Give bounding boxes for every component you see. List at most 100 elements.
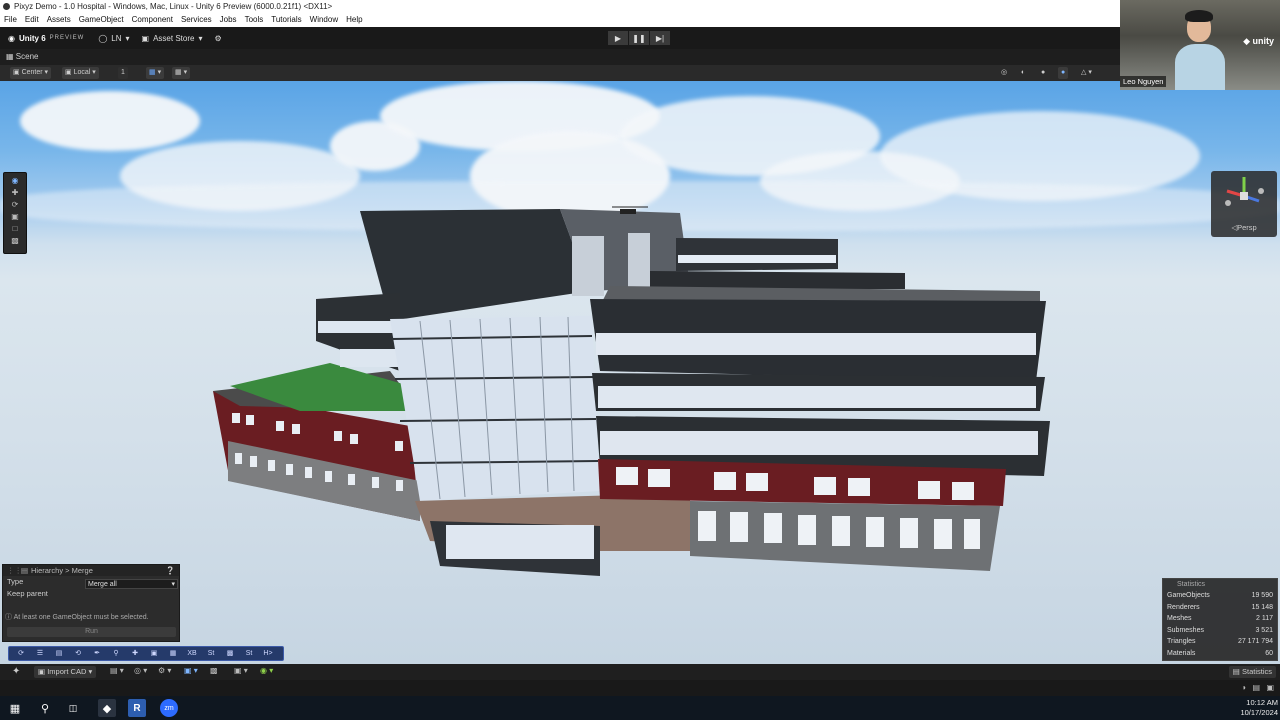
menu-services[interactable]: Services	[177, 13, 216, 27]
window-title: Pixyz Demo - 1.0 Hospital - Windows, Mac…	[14, 2, 333, 11]
stat-label: GameObjects	[1167, 592, 1210, 599]
menu-tutorials[interactable]: Tutorials	[267, 13, 305, 27]
rotation-icon: ▣	[65, 69, 72, 76]
lighting-icon[interactable]: ◑	[1241, 683, 1246, 692]
menu-gameobject[interactable]: GameObject	[75, 13, 128, 27]
mesh-tools-icon[interactable]: ▤ ▾	[110, 666, 124, 675]
merge-type-dropdown[interactable]: Merge all ▾	[85, 579, 178, 589]
help-icon[interactable]: ❔	[166, 565, 175, 576]
import-cad-button[interactable]: ▣ Import CAD ▾	[34, 666, 97, 678]
pivot-mode-dropdown[interactable]: ▣ Center ▾	[10, 67, 52, 79]
task-view-icon[interactable]: ◫	[64, 699, 82, 717]
checker-icon[interactable]: ▩	[221, 648, 239, 660]
menu-component[interactable]: Component	[128, 13, 177, 27]
statistics-toggle[interactable]: ▤ Statistics	[1228, 666, 1276, 678]
view-tool-button[interactable]: ◉	[9, 176, 21, 186]
wireframe-button[interactable]: ◐	[1018, 67, 1028, 79]
menu-tools[interactable]: Tools	[241, 13, 268, 27]
step-icon: ▶|	[655, 33, 665, 43]
menu-help[interactable]: Help	[342, 13, 366, 27]
lit-shading-button[interactable]: ●	[1058, 67, 1069, 79]
warning-message: ⓘ At least one GameObject must be select…	[5, 612, 177, 624]
globe-icon: ◎	[1001, 69, 1008, 76]
effects-icon: △	[1081, 69, 1087, 76]
view-icon[interactable]: ▣ ▾	[234, 666, 248, 675]
increment-snap-button[interactable]: ▦ ▾	[172, 67, 191, 79]
menu-window[interactable]: Window	[306, 13, 342, 27]
stat-label: Triangles	[1167, 638, 1196, 645]
cloud-gear-icon: ⚙	[214, 33, 222, 43]
hierarchy-icon[interactable]: ☰	[31, 648, 49, 660]
unity-logo-watermark: ◆ unity	[1243, 36, 1275, 46]
playmode-controls: ▶ ❚❚ ▶|	[608, 31, 670, 45]
menu-edit[interactable]: Edit	[21, 13, 43, 27]
rotate-icon[interactable]: ⟲	[69, 648, 87, 660]
merge-panel: ⋮⋮ ▤ Hierarchy > Merge ❔ Type Keep paren…	[2, 564, 180, 642]
unity-brand: Unity 6	[18, 33, 46, 43]
zoom-icon[interactable]: zm	[160, 699, 178, 717]
menu-assets[interactable]: Assets	[43, 13, 75, 27]
account-button[interactable]: ◯ LN ▾	[98, 34, 129, 43]
pixyz-logo-icon[interactable]: ✦	[12, 666, 20, 677]
move-tool-button[interactable]: ✚	[9, 188, 21, 198]
pause-button[interactable]: ❚❚	[629, 31, 649, 45]
st-button[interactable]: St	[202, 648, 220, 660]
effects-dropdown[interactable]: △ ▾	[1078, 67, 1095, 79]
notifications-icon[interactable]: ▣	[1266, 683, 1274, 692]
pixyz-toolbar: ✦ ▣ Import CAD ▾ ▤ ▾ ◎ ▾ ⚙ ▾ ▣ ▾ ▩ ▣ ▾ ◉…	[0, 664, 1280, 680]
windows-start-icon[interactable]: ▦	[6, 699, 24, 717]
stat-row: Materials 60	[1163, 648, 1277, 660]
refresh-icon[interactable]: ⟳	[12, 648, 30, 660]
stat-value: 27 171 794	[1237, 638, 1273, 645]
search-icon[interactable]: ⚲	[36, 699, 54, 717]
run-button[interactable]: Run	[7, 627, 176, 637]
statistics-title: Statistics	[1177, 581, 1206, 588]
rider-icon[interactable]: R	[128, 699, 146, 717]
status-icon[interactable]: ◉ ▾	[260, 666, 273, 675]
scene-icon[interactable]: ▩	[210, 666, 218, 675]
list-icon[interactable]: ▤	[50, 648, 68, 660]
scene-tab[interactable]: ▦ Scene	[0, 49, 1120, 65]
cloud-services-button[interactable]: ⚙	[214, 34, 221, 43]
xb-button[interactable]: XB	[183, 648, 201, 660]
menu-file[interactable]: File	[0, 13, 21, 27]
asset-store-label: Asset Store	[153, 33, 195, 43]
asset-store-button[interactable]: ▣ Asset Store ▾	[142, 34, 203, 43]
scene-view-gizmo[interactable]: ◁Persp	[1211, 171, 1277, 237]
h-button[interactable]: H>	[259, 648, 277, 660]
grid-snap-button[interactable]: ▦ ▾	[146, 67, 165, 79]
step-button[interactable]: ▶|	[650, 31, 670, 45]
view-options-button[interactable]: ◎	[998, 67, 1010, 79]
scene-viewport[interactable]: ◉ ✚ ⟳ ▣ □ ▩ ◁Persp	[0, 81, 1280, 664]
select-icon[interactable]: ▣	[145, 648, 163, 660]
logo-text: unity	[1252, 36, 1275, 46]
grid-size-field[interactable]: 1	[118, 67, 128, 79]
play-button[interactable]: ▶	[608, 31, 628, 45]
optimize-icon[interactable]: ◎ ▾	[134, 666, 147, 675]
account-icon: ◯	[98, 33, 108, 43]
menu-jobs[interactable]: Jobs	[216, 13, 241, 27]
move-icon[interactable]: ✚	[126, 648, 144, 660]
grid-icon[interactable]: ▦	[164, 648, 182, 660]
camera-mode-label[interactable]: ◁Persp	[1211, 223, 1277, 232]
unity-hub-icon[interactable]: ◆	[98, 699, 116, 717]
st-button-2[interactable]: St	[240, 648, 258, 660]
scene-tab-label: Scene	[15, 52, 39, 61]
stat-value: 3 521	[1255, 626, 1273, 634]
settings-icon[interactable]: ⚙ ▾	[158, 666, 171, 675]
stat-row: GameObjects 19 590	[1163, 590, 1277, 602]
brush-icon[interactable]: ✒	[88, 648, 106, 660]
pivot-rotation-dropdown[interactable]: ▣ Local ▾	[62, 67, 99, 79]
unity-version-button[interactable]: ◉ Unity 6 PREVIEW	[8, 34, 84, 43]
shaded-button[interactable]: ●	[1038, 67, 1048, 79]
stat-label: Materials	[1167, 649, 1196, 657]
scale-tool-button[interactable]: ▣	[9, 212, 21, 222]
hospital-model[interactable]	[0, 81, 1280, 664]
transform-tool-button[interactable]: ▩	[9, 236, 21, 246]
search-icon[interactable]: ⚲	[107, 648, 125, 660]
rect-tool-button[interactable]: □	[9, 224, 21, 234]
rotate-tool-button[interactable]: ⟳	[9, 200, 21, 210]
taskbar-clock[interactable]: 10:12 AM 10/17/2024	[1228, 698, 1278, 718]
selection-icon[interactable]: ▣ ▾	[184, 666, 198, 675]
layers-icon[interactable]: ▤	[1252, 683, 1260, 692]
